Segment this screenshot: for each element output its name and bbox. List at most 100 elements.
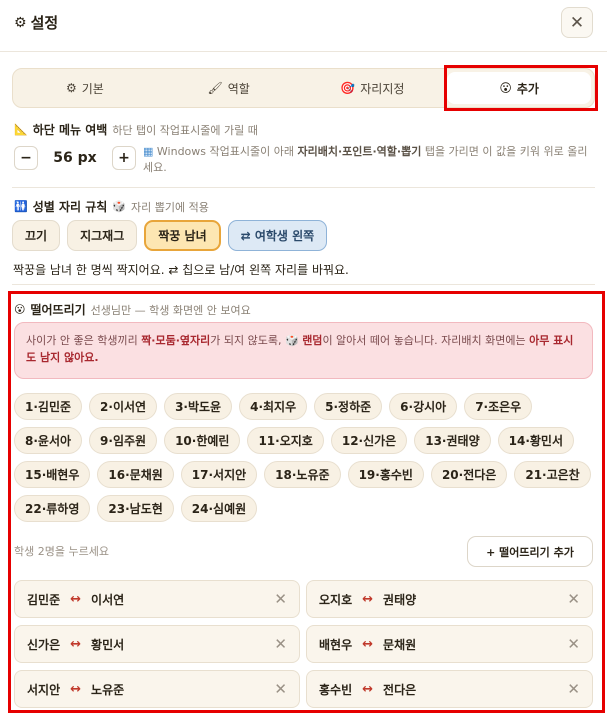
- remove-pair-icon[interactable]: ✕: [274, 635, 287, 653]
- separate-pair-list: 김민준 ↔ 이서연 ✕ 오지호 ↔ 권태양 ✕ 신가은 ↔ 황민서 ✕ 배현우 ↔ 문채원 ✕ 서지안 ↔ 노유준 ✕…: [14, 580, 595, 708]
- tab-extra[interactable]: 😮 추가: [447, 72, 591, 104]
- rule-zigzag-button[interactable]: 지그재그: [67, 220, 138, 251]
- tab-label: 추가: [516, 81, 539, 96]
- tab-seat-assign[interactable]: 🎯 자리지정: [301, 69, 445, 107]
- student-chip[interactable]: 10·한예린: [164, 427, 241, 454]
- student-chip[interactable]: 2·이서연: [89, 393, 158, 420]
- student-chip[interactable]: 4·최지우: [239, 393, 308, 420]
- pair-student-b: 황민서: [91, 637, 125, 652]
- menu-margin-note: ▦ Windows 작업표시줄이 아래 자리배치·포인트·역할·뽑기 탭을 가리…: [143, 144, 593, 176]
- swap-arrow-icon: ↔: [70, 591, 82, 607]
- warn-text: 가 되지 않도록,: [210, 334, 285, 347]
- remove-pair-icon[interactable]: ✕: [567, 635, 580, 653]
- pair-student-b: 문채원: [383, 637, 417, 652]
- dice-icon: 🎲: [112, 200, 127, 213]
- warn-bold: 짝·모둠·옆자리: [141, 334, 211, 347]
- dice-icon: 🎲: [284, 334, 299, 347]
- swap-arrow-icon: ↔: [70, 636, 82, 652]
- window-icon: ▦: [143, 145, 154, 158]
- student-chip[interactable]: 11·오지호: [247, 427, 324, 454]
- pair-student-a: 서지안: [27, 682, 61, 697]
- menu-margin-hint: 하단 탭이 작업표시줄에 가릴 때: [112, 123, 258, 137]
- menu-margin-label: 📐 하단 메뉴 여백 하단 탭이 작업표시줄에 가릴 때: [14, 121, 258, 138]
- student-chip[interactable]: 17·서지안: [180, 461, 258, 488]
- remove-pair-icon[interactable]: ✕: [274, 590, 287, 608]
- pair-student-a: 홍수빈: [319, 682, 353, 697]
- gender-rule-title: 성별 자리 규칙: [32, 200, 108, 214]
- menu-margin-title: 하단 메뉴 여백: [32, 123, 108, 137]
- swap-arrow-icon: ↔: [362, 681, 374, 697]
- student-chip[interactable]: 3·박도윤: [164, 393, 233, 420]
- divider: [12, 187, 595, 188]
- ruler-icon: 📐: [14, 123, 28, 136]
- warn-text: 이 알아서 떼어 놓습니다. 자리배치 화면에는: [322, 334, 530, 347]
- student-chip[interactable]: 13·권태양: [414, 427, 491, 454]
- warn-bold: 랜덤: [302, 334, 323, 347]
- tab-label: 역할: [227, 81, 250, 96]
- remove-pair-icon[interactable]: ✕: [567, 590, 580, 608]
- divider: [12, 284, 595, 285]
- settings-tabs: ⚙ 기본 🖌 역할 🎯 자리지정 😮 추가: [12, 68, 595, 108]
- rule-pair-mixed-button[interactable]: 짝꿍 남녀: [144, 220, 221, 251]
- student-chip[interactable]: 8·윤서아: [14, 427, 83, 454]
- pair-student-a: 오지호: [319, 592, 353, 607]
- menu-margin-stepper: − 56 px +: [14, 146, 136, 170]
- student-chip[interactable]: 24·심예원: [180, 495, 258, 522]
- pair-student-a: 배현우: [319, 637, 353, 652]
- student-chip[interactable]: 12·신가은: [330, 427, 408, 454]
- separate-warning: 사이가 안 좋은 학생끼리 짝·모둠·옆자리가 되지 않도록, 🎲 랜덤이 알아…: [14, 322, 593, 379]
- warn-text: 사이가 안 좋은 학생끼리: [26, 334, 142, 347]
- restroom-icon: 🚻: [14, 200, 28, 213]
- student-chip[interactable]: 22·류하영: [14, 495, 91, 522]
- remove-pair-icon[interactable]: ✕: [274, 680, 287, 698]
- gender-rule-description: 짝꿍을 남녀 한 명씩 짝지어요. ⇄ 칩으로 남/여 왼쪽 자리를 바꿔요.: [13, 263, 349, 277]
- tab-roles[interactable]: 🖌 역할: [157, 69, 301, 107]
- separate-title: 떨어뜨리기: [30, 303, 86, 317]
- student-chip[interactable]: 14·황민서: [497, 427, 575, 454]
- pair-student-b: 이서연: [91, 592, 125, 607]
- tab-basic[interactable]: ⚙ 기본: [13, 69, 157, 107]
- student-chip[interactable]: 7·조은우: [464, 393, 533, 420]
- separate-pair: 배현우 ↔ 문채원 ✕: [306, 625, 593, 663]
- target-icon: 🎯: [340, 81, 356, 95]
- student-chip[interactable]: 15·배현우: [14, 461, 91, 488]
- student-chip[interactable]: 1·김민준: [14, 393, 83, 420]
- page-title-label: 설정: [30, 14, 59, 32]
- swap-arrow-icon: ↔: [70, 681, 82, 697]
- swap-arrow-icon: ↔: [362, 591, 374, 607]
- student-chip[interactable]: 18·노유준: [264, 461, 341, 488]
- student-chip[interactable]: 21·고은찬: [514, 461, 591, 488]
- separate-pair: 김민준 ↔ 이서연 ✕: [14, 580, 300, 618]
- gender-rule-label: 🚻 성별 자리 규칙 🎲 자리 뽑기에 적용: [14, 198, 209, 215]
- note-text-1: Windows 작업표시줄이 아래: [156, 145, 298, 158]
- separate-hint: 선생님만 — 학생 화면엔 안 보여요: [90, 303, 251, 317]
- note-text-bold: 자리배치·포인트·역할·뽑기: [297, 145, 422, 158]
- student-chip[interactable]: 20·전다은: [430, 461, 508, 488]
- gender-rule-options: 끄기 지그재그 짝꿍 남녀 ⇄ 여학생 왼쪽: [12, 220, 328, 251]
- swap-left-button[interactable]: ⇄ 여학생 왼쪽: [227, 220, 328, 251]
- student-chip[interactable]: 9·임주원: [89, 427, 158, 454]
- decrement-button[interactable]: −: [14, 146, 38, 170]
- pair-student-a: 김민준: [27, 592, 61, 607]
- increment-button[interactable]: +: [112, 146, 136, 170]
- student-chip[interactable]: 6·강시아: [389, 393, 458, 420]
- pair-student-b: 노유준: [91, 682, 125, 697]
- remove-pair-icon[interactable]: ✕: [567, 680, 580, 698]
- separate-pair: 신가은 ↔ 황민서 ✕: [14, 625, 300, 663]
- rule-off-button[interactable]: 끄기: [12, 220, 61, 251]
- gender-rule-hint: 자리 뽑기에 적용: [131, 200, 209, 214]
- swap-arrow-icon: ↔: [362, 636, 374, 652]
- menu-margin-value: 56 px: [53, 150, 97, 166]
- pick-hint: 학생 2명을 누르세요: [14, 545, 109, 558]
- add-separate-button[interactable]: + 떨어뜨리기 추가: [467, 536, 593, 567]
- student-chip[interactable]: 16·문채원: [97, 461, 174, 488]
- gear-icon: ⚙: [14, 14, 27, 31]
- separate-label: 😮 떨어뜨리기 선생님만 — 학생 화면엔 안 보여요: [14, 301, 251, 318]
- tab-label: 기본: [81, 81, 104, 96]
- student-chip[interactable]: 23·남도현: [97, 495, 174, 522]
- settings-header: ⚙ 설정 ✕: [0, 0, 607, 52]
- separate-pair: 오지호 ↔ 권태양 ✕: [306, 580, 593, 618]
- student-chip[interactable]: 19·홍수빈: [347, 461, 424, 488]
- close-button[interactable]: ✕: [561, 7, 593, 38]
- student-chip[interactable]: 5·정하준: [314, 393, 383, 420]
